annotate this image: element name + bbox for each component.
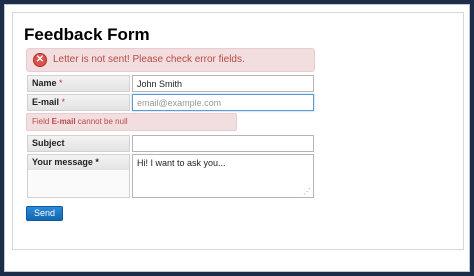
error-field-name: E-mail [51,117,76,126]
alert-message: Letter is not sent! Please check error f… [53,54,245,65]
message-label: Your message * [27,154,130,198]
required-mark: * [59,78,63,88]
subject-input[interactable] [132,135,314,152]
send-button[interactable]: Send [26,206,63,221]
required-mark: * [95,157,99,167]
message-textarea[interactable]: Hi! I want to ask you... [132,154,314,198]
email-label: E-mail * [27,94,130,111]
page-title: Feedback Form [24,25,150,44]
email-input[interactable] [132,94,314,111]
required-mark: * [61,97,66,107]
email-error-message: Field E-mail cannot be null [26,113,237,131]
error-alert: ✕ Letter is not sent! Please check error… [26,48,315,72]
subject-label: Subject [27,135,130,152]
error-x-icon: ✕ [33,53,47,67]
name-label: Name * [27,75,130,92]
resize-grip-icon[interactable]: ⋰ [302,187,311,196]
name-input[interactable] [132,75,314,92]
